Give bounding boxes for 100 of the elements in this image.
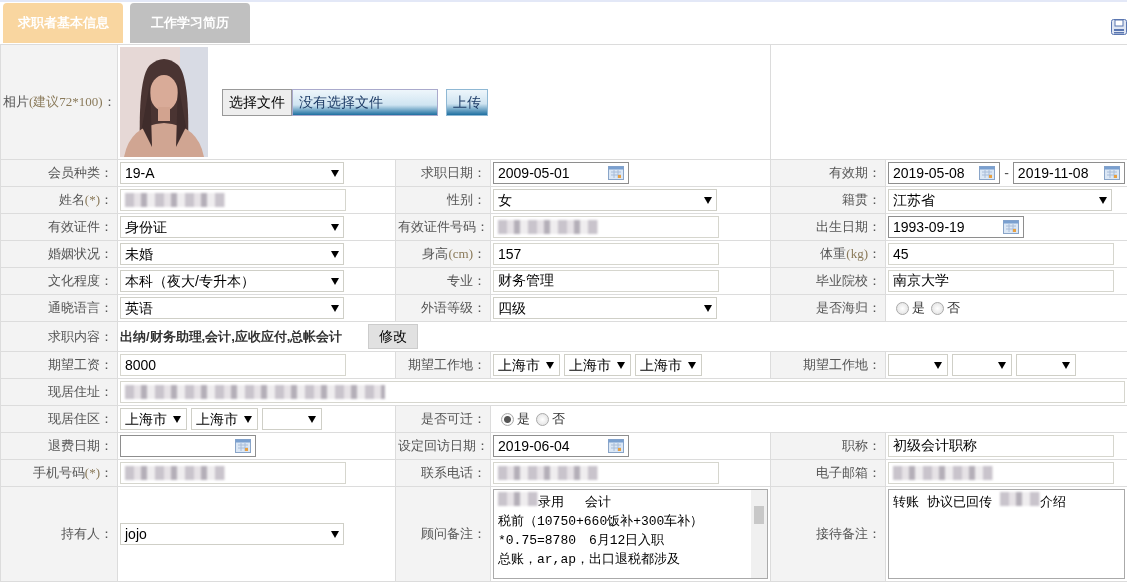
radio-button[interactable] [501,412,514,426]
field-label: 电子邮箱： [816,465,881,481]
dropdown[interactable]: 身份证 [120,216,344,238]
dropdown-arrow-icon [331,304,339,312]
date-field[interactable]: 2019-06-04 [493,435,629,457]
date-field[interactable]: 1993-09-19 [888,216,1024,238]
text-area[interactable]: 转账 协议已回传 介绍 [888,489,1125,579]
upload-button[interactable]: 上传 [446,88,488,116]
radio-label: 否 [947,299,960,318]
radio-label: 是 [517,410,530,429]
dropdown-arrow-icon [244,415,252,423]
job-content-text: 出纳/财务助理,会计,应收应付,总帐会计 [120,327,343,346]
dropdown[interactable]: 上海市 [635,354,702,376]
dropdown-arrow-icon [688,361,696,369]
calendar-icon[interactable] [608,438,624,454]
text-field[interactable] [888,462,1114,484]
dropdown-arrow-icon [998,361,1006,369]
note-text: *0.75=8780 6月12日入职 [498,533,665,548]
radio-label: 否 [552,410,565,429]
date-field[interactable]: 2019-05-08 [888,162,1001,184]
calendar-icon[interactable] [1003,219,1019,235]
text-field[interactable]: 8000 [120,354,346,376]
separator-text: - [1004,163,1009,183]
text-field[interactable] [493,462,719,484]
dropdown-arrow-icon [173,415,181,423]
blurred-text [498,492,538,506]
radio-button[interactable] [896,301,909,315]
text-area[interactable]: 录用 会计 税前（10750+660饭补+300车补） *0.75=8780 6月12日入职 总账，ar,ap，出口退税都涉及 [493,489,768,579]
field-label: 有效证件号码： [398,219,489,235]
calendar-icon[interactable] [1104,165,1120,181]
text-field[interactable] [120,189,346,211]
dropdown[interactable]: 上海市 [564,354,631,376]
dropdown[interactable]: 19-A [120,162,344,184]
text-field[interactable]: 157 [493,243,719,265]
date-field[interactable]: 2009-05-01 [493,162,629,184]
note-text: 介绍 [1039,495,1066,510]
text-field[interactable]: 45 [888,243,1114,265]
dropdown-arrow-icon [308,415,316,423]
dropdown[interactable]: jojo [120,523,344,545]
dropdown[interactable]: 上海市 [120,408,187,430]
field-label: 性别： [447,192,486,208]
field-label: 文化程度： [48,273,113,289]
field-label: 有效期： [829,165,881,181]
field-label: 持有人： [61,526,113,542]
field-label: 外语等级： [421,300,486,316]
choose-file-button[interactable]: 选择文件 [222,88,292,116]
text-field[interactable]: 南京大学 [888,270,1114,292]
date-field[interactable]: 2019-11-08 [1012,162,1125,184]
field-label: 现居住区： [48,411,113,427]
dropdown[interactable]: 未婚 [120,243,344,265]
field-label: 联系电话： [421,465,486,481]
save-icon[interactable] [1111,19,1127,35]
dropdown[interactable]: 上海市 [493,354,560,376]
field-label: 专业： [447,273,486,289]
field-label: 求职内容： [48,328,113,344]
text-field[interactable] [120,462,346,484]
dropdown-arrow-icon [331,530,339,538]
dropdown[interactable]: 女 [493,189,717,211]
dropdown-arrow-icon [331,277,339,285]
dropdown[interactable] [1016,354,1076,376]
text-field[interactable]: 财务管理 [493,270,719,292]
text-field[interactable] [120,381,1125,403]
field-label: 会员种类： [48,165,113,181]
dropdown-arrow-icon [546,361,554,369]
field-label: 姓名(*)： [58,192,113,208]
field-label: 退费日期： [48,438,113,454]
dropdown[interactable] [952,354,1012,376]
field-label: 接待备注： [816,526,881,542]
dropdown[interactable]: 江苏省 [888,189,1112,211]
dropdown-arrow-icon [704,196,712,204]
dropdown-arrow-icon [1062,361,1070,369]
dropdown[interactable]: 本科（夜大/专升本） [120,270,344,292]
field-label: 手机号码(*)： [32,465,113,481]
date-field[interactable] [120,435,256,457]
dropdown[interactable]: 四级 [493,297,717,319]
field-label: 求职日期： [421,165,486,181]
dropdown-arrow-icon [617,361,625,369]
dropdown-arrow-icon [331,169,339,177]
note-text: 转账 协议已回传 [893,495,993,510]
note-text: 总账，ar,ap，出口退税都涉及 [498,552,680,567]
field-label: 职称： [842,438,881,454]
radio-button[interactable] [931,301,944,315]
dropdown-arrow-icon [704,304,712,312]
field-label: 身高(cm)： [422,246,486,262]
field-label: 是否可迁： [421,411,486,427]
dropdown[interactable] [262,408,322,430]
scrollbar[interactable] [751,490,767,578]
field-label: 期望工作地： [803,357,881,373]
dropdown[interactable]: 英语 [120,297,344,319]
dropdown[interactable]: 上海市 [191,408,258,430]
radio-button[interactable] [536,412,549,426]
calendar-icon[interactable] [235,438,251,454]
dropdown[interactable] [888,354,948,376]
calendar-icon[interactable] [979,165,996,181]
calendar-icon[interactable] [608,165,624,181]
edit-button[interactable]: 修改 [368,324,419,349]
text-field[interactable] [493,216,719,238]
dropdown-arrow-icon [1099,196,1107,204]
text-field[interactable]: 初级会计职称 [888,435,1114,457]
field-label: 期望工资： [48,357,113,373]
